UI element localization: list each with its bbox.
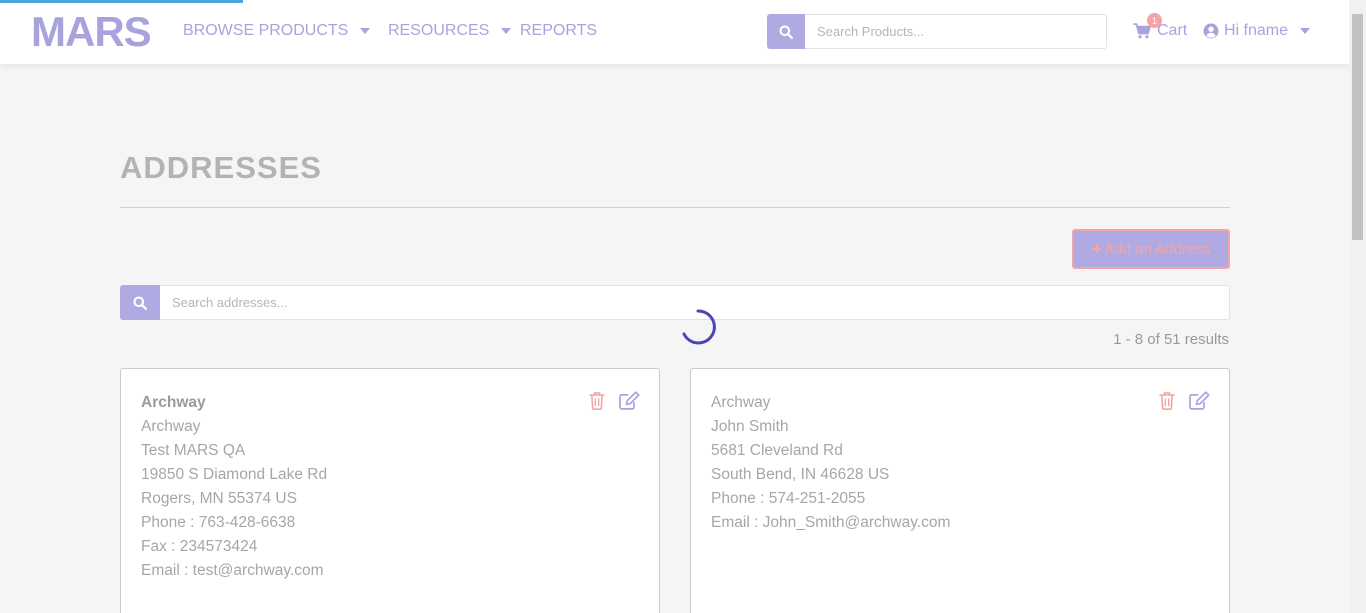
address-line: John Smith: [711, 418, 789, 435]
address-card: Archway John Smith 5681 Cleveland Rd Sou…: [690, 368, 1230, 613]
page-title: ADDRESSES: [120, 150, 322, 185]
nav-reports-label: REPORTS: [520, 22, 598, 39]
user-greeting: Hi fname: [1224, 22, 1289, 39]
product-search-input[interactable]: [805, 14, 1107, 49]
nav-reports[interactable]: REPORTS: [520, 22, 597, 40]
address-search: [120, 285, 1230, 320]
address-line: Fax : 234573424: [141, 538, 258, 555]
nav-browse-products[interactable]: BROWSE PRODUCTS: [183, 22, 371, 40]
address-line: Rogers, MN 55374 US: [141, 490, 297, 507]
address-line: South Bend, IN 46628 US: [711, 466, 890, 483]
chevron-down-icon: [501, 28, 512, 34]
cart-link[interactable]: 1 Cart: [1133, 13, 1188, 40]
nav-browse-products-label: BROWSE PRODUCTS: [183, 22, 349, 39]
page-load-progress-bar: [0, 0, 243, 3]
top-navbar: MARS BROWSE PRODUCTS RESOURCES REPORTS 1…: [0, 0, 1349, 64]
scrollbar-thumb[interactable]: [1352, 14, 1363, 240]
loading-spinner-icon: [682, 309, 716, 345]
address-line: Test MARS QA: [141, 442, 246, 459]
plus-icon: +: [1091, 238, 1103, 259]
address-line: Email : John_Smith@archway.com: [711, 514, 951, 531]
trash-icon[interactable]: [589, 391, 605, 410]
address-actions: [589, 391, 640, 410]
address-title: Archway: [711, 394, 771, 411]
nav-resources[interactable]: RESOURCES: [388, 22, 512, 40]
address-line: 19850 S Diamond Lake Rd: [141, 466, 328, 483]
add-address-label: Add an Address: [1104, 240, 1211, 258]
chevron-down-icon: [1300, 28, 1311, 34]
vertical-scrollbar[interactable]: [1349, 0, 1366, 613]
cart-label: Cart: [1157, 22, 1188, 39]
nav-resources-label: RESOURCES: [388, 22, 490, 39]
add-address-button[interactable]: + Add an Address: [1072, 229, 1230, 269]
user-menu[interactable]: Hi fname: [1203, 22, 1311, 40]
address-title: Archway: [141, 394, 206, 411]
address-line: Email : test@archway.com: [141, 562, 324, 579]
address-details: Archway Archway Test MARS QA 19850 S Dia…: [141, 391, 327, 583]
search-icon: [133, 296, 147, 310]
address-line: Phone : 763-428-6638: [141, 514, 296, 531]
address-card: Archway Archway Test MARS QA 19850 S Dia…: [120, 368, 660, 613]
trash-icon[interactable]: [1159, 391, 1175, 410]
title-divider: [120, 207, 1230, 208]
address-line: Archway: [141, 418, 201, 435]
address-line: Phone : 574-251-2055: [711, 490, 866, 507]
user-circle-icon: [1203, 23, 1219, 39]
product-search: [767, 14, 1107, 49]
address-line: 5681 Cleveland Rd: [711, 442, 843, 459]
product-search-button[interactable]: [767, 14, 805, 49]
address-search-button[interactable]: [120, 285, 160, 320]
edit-icon[interactable]: [619, 391, 640, 410]
page: MARS BROWSE PRODUCTS RESOURCES REPORTS 1…: [0, 0, 1366, 613]
search-icon: [779, 25, 793, 39]
brand-logo[interactable]: MARS: [31, 11, 152, 53]
chevron-down-icon: [360, 28, 371, 34]
address-details: Archway John Smith 5681 Cleveland Rd Sou…: [711, 391, 950, 535]
address-actions: [1159, 391, 1210, 410]
edit-icon[interactable]: [1189, 391, 1210, 410]
results-count: 1 - 8 of 51 results: [1113, 331, 1229, 348]
cart-count-badge: 1: [1147, 13, 1162, 28]
